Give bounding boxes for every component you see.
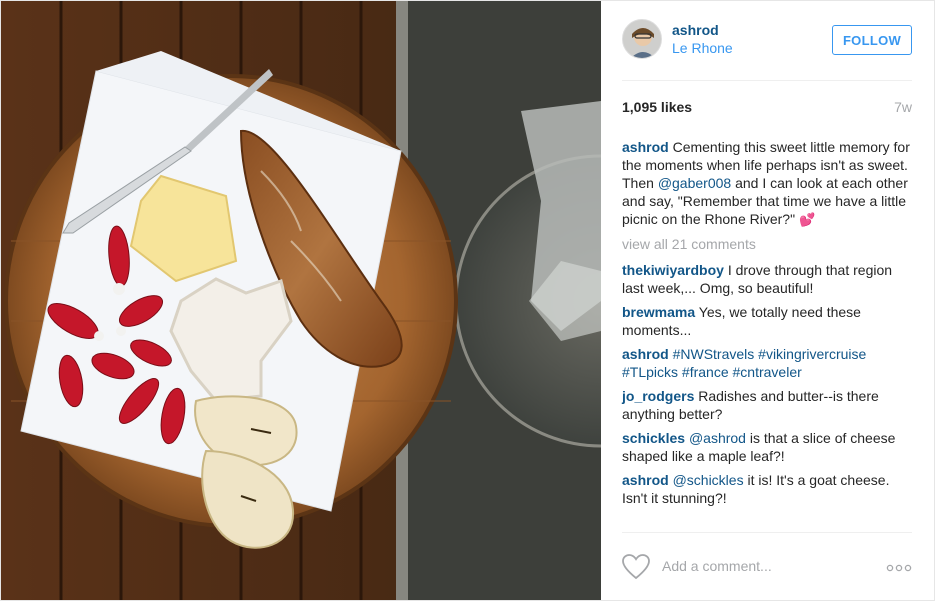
comment-mention-link[interactable]: @schickles — [673, 472, 744, 488]
hashtag-link[interactable]: #NWStravels — [673, 346, 755, 362]
post-header: ashrod Le Rhone FOLLOW — [622, 1, 912, 81]
user-info: ashrod Le Rhone — [672, 21, 733, 57]
comment-author-link[interactable]: thekiwiyardboy — [622, 262, 724, 278]
more-options-icon[interactable] — [886, 560, 912, 572]
caption-author-link[interactable]: ashrod — [622, 139, 669, 155]
follow-button[interactable]: FOLLOW — [832, 25, 912, 55]
post-photo[interactable] — [1, 1, 601, 600]
post-container: ashrod Le Rhone FOLLOW 1,095 likes 7w as… — [0, 0, 935, 601]
caption: ashrod Cementing this sweet little memor… — [622, 138, 912, 229]
add-comment-input[interactable] — [662, 555, 862, 577]
list-item: ashrod #NWStravels #vikingrivercruise #T… — [622, 345, 912, 381]
hashtag-link[interactable]: #TLpicks — [622, 364, 678, 380]
avatar[interactable] — [622, 19, 662, 59]
post-side-panel: ashrod Le Rhone FOLLOW 1,095 likes 7w as… — [601, 1, 934, 600]
comment-author-link[interactable]: jo_rodgers — [622, 388, 694, 404]
hashtag-link[interactable]: #vikingrivercruise — [758, 346, 866, 362]
comment-author-link[interactable]: ashrod — [622, 472, 669, 488]
hashtag-link[interactable]: #cntraveler — [733, 364, 802, 380]
comment-author-link[interactable]: brewmama — [622, 304, 695, 320]
avatar-image — [623, 20, 661, 58]
post-time-ago[interactable]: 7w — [894, 99, 912, 115]
comment-author-link[interactable]: schickles — [622, 430, 685, 446]
comments-list: ashrod Cementing this sweet little memor… — [622, 138, 912, 513]
likes-count[interactable]: 1,095 likes — [622, 99, 692, 115]
location-link[interactable]: Le Rhone — [672, 39, 733, 57]
username-link[interactable]: ashrod — [672, 21, 733, 39]
list-item: brewmama Yes, we totally need these mome… — [622, 303, 912, 339]
list-item: jo_rodgers Radishes and butter--is there… — [622, 387, 912, 423]
caption-mention-link[interactable]: @gaber008 — [658, 175, 731, 191]
list-item: ashrod @schickles it is! It's a goat che… — [622, 471, 912, 507]
likes-row: 1,095 likes 7w — [622, 99, 912, 119]
hashtag-link[interactable]: #france — [682, 364, 729, 380]
comment-author-link[interactable]: ashrod — [622, 346, 669, 362]
post-footer — [622, 532, 912, 600]
heart-outline-icon[interactable] — [622, 554, 650, 580]
list-item: thekiwiyardboy I drove through that regi… — [622, 261, 912, 297]
view-all-comments-link[interactable]: view all 21 comments — [622, 235, 912, 253]
two-hearts-emoji: 💕 — [798, 212, 816, 227]
picnic-photo-image — [1, 1, 601, 600]
list-item: schickles @ashrod is that a slice of che… — [622, 429, 912, 465]
comment-mention-link[interactable]: @ashrod — [689, 430, 746, 446]
